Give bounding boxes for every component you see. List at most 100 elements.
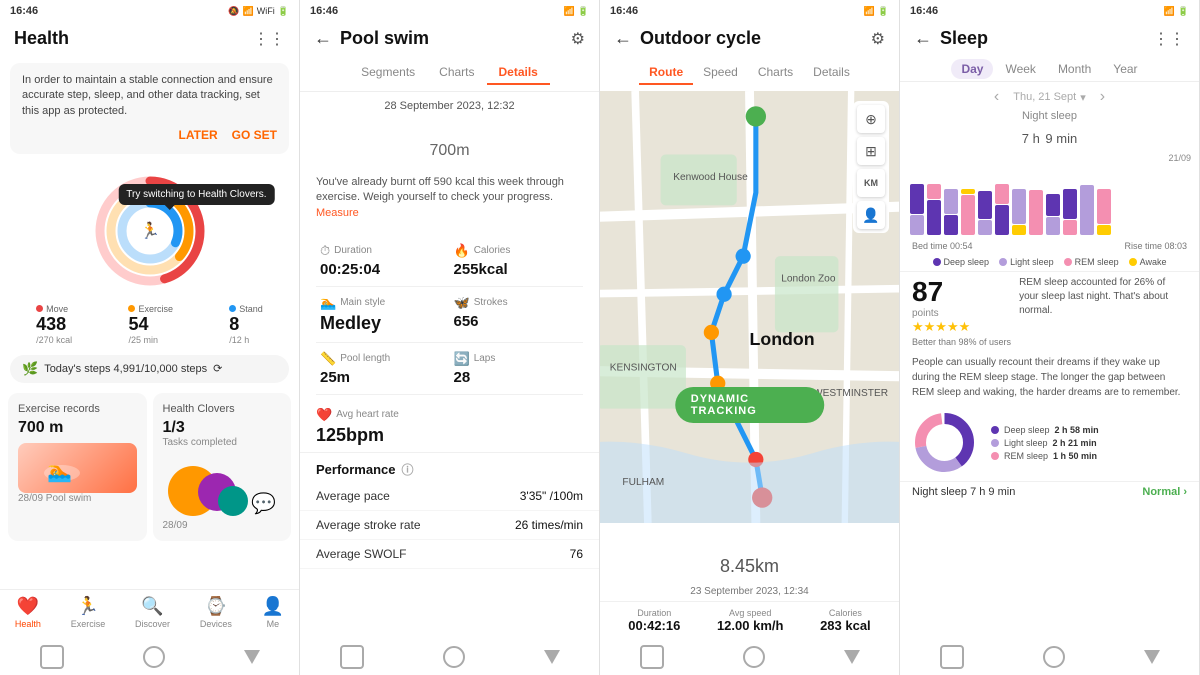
sleep-bar-9 — [1046, 194, 1060, 235]
exercise-card[interactable]: Exercise records 700 m 🏊 28/09 Pool swim — [8, 393, 147, 541]
timer-icon: ⏱ — [320, 243, 330, 259]
nav-me[interactable]: 👤 Me — [262, 596, 284, 629]
cycle-tab-route[interactable]: Route — [639, 61, 693, 85]
sleep-mins: 9 — [1045, 131, 1056, 146]
normal-label[interactable]: Normal › — [1142, 486, 1187, 498]
wifi-icon: WiFi — [257, 6, 275, 16]
next-day-button[interactable]: › — [1100, 88, 1105, 106]
metric-strokes: 🦋 Strokes 656 — [450, 287, 584, 343]
metric-style-label: 🏊 Main style — [320, 295, 446, 311]
exercise-sub: /25 min — [128, 335, 173, 345]
signal-4: 📶 — [1164, 6, 1175, 17]
perf-row-stroke-rate: Average stroke rate 26 times/min — [300, 511, 599, 540]
rem-dot — [1064, 258, 1072, 266]
home-button-1[interactable] — [40, 645, 64, 669]
later-button[interactable]: LATER — [179, 127, 218, 144]
time-1: 16:46 — [10, 5, 38, 17]
cycle-tab-charts[interactable]: Charts — [748, 61, 803, 85]
sleep-rise-info: Bed time 00:54 Rise time 08:03 — [900, 239, 1199, 253]
deep-dot — [933, 258, 941, 266]
home-button-2[interactable] — [340, 645, 364, 669]
home-button-4[interactable] — [940, 645, 964, 669]
settings-icon-3[interactable]: ⚙ — [871, 29, 885, 49]
recent-button-4[interactable] — [1144, 650, 1160, 664]
back-circle-2[interactable] — [443, 646, 465, 668]
back-button-3[interactable]: ← — [614, 28, 632, 49]
measure-link[interactable]: Measure — [316, 207, 359, 219]
sleep-tab-year[interactable]: Year — [1103, 59, 1147, 79]
time-3: 16:46 — [610, 5, 638, 17]
clovers-card[interactable]: Health Clovers 1/3 Tasks completed 💬 28/… — [153, 393, 292, 541]
sleep-tab-month[interactable]: Month — [1048, 59, 1101, 79]
location-button[interactable]: ⊕ — [857, 105, 885, 133]
steps-timer-icon: ⟳ — [213, 362, 222, 375]
nav-me-label: Me — [267, 619, 280, 629]
legend-awake: Awake — [1129, 257, 1167, 267]
legend-light-label: Light sleep — [1010, 257, 1054, 267]
legend-deep: Deep sleep — [933, 257, 990, 267]
settings-icon-2[interactable]: ⚙ — [571, 29, 585, 49]
home-button-3[interactable] — [640, 645, 664, 669]
back-circle-1[interactable] — [143, 646, 165, 668]
tab-charts[interactable]: Charts — [427, 61, 486, 85]
sleep-tab-week[interactable]: Week — [995, 59, 1045, 79]
back-button-2[interactable]: ← — [314, 28, 332, 49]
perf-val-pace: 3'35" /100m — [520, 489, 583, 503]
chevron-down-icon[interactable]: ▾ — [1080, 91, 1086, 104]
sleep-description: People can usually recount their dreams … — [900, 351, 1199, 404]
nav-exercise[interactable]: 🏃 Exercise — [71, 596, 106, 629]
health-menu-dots[interactable]: ⋮⋮ — [253, 29, 285, 49]
sleep-donut-chart — [912, 410, 977, 475]
system-nav-bar-4 — [900, 639, 1199, 675]
go-set-button[interactable]: GO SET — [232, 127, 277, 144]
metric-duration-label: ⏱ Duration — [320, 243, 446, 259]
back-circle-4[interactable] — [1043, 646, 1065, 668]
cycle-tab-speed[interactable]: Speed — [693, 61, 748, 85]
swim-metrics: ⏱ Duration 00:25:04 🔥 Calories 255kcal 🏊… — [316, 235, 583, 395]
sleep-menu-dots[interactable]: ⋮⋮ — [1153, 29, 1185, 49]
tab-segments[interactable]: Segments — [349, 61, 427, 85]
nav-health[interactable]: ❤️ Health — [15, 596, 41, 629]
recent-button-1[interactable] — [244, 650, 260, 664]
tab-details[interactable]: Details — [487, 61, 550, 85]
prev-day-button[interactable]: ‹ — [994, 88, 999, 106]
metric-style: 🏊 Main style Medley — [316, 287, 450, 343]
back-circle-3[interactable] — [743, 646, 765, 668]
nav-health-label: Health — [15, 619, 41, 629]
pool-swim-image: 🏊 — [18, 443, 137, 493]
info-icon: ⓘ — [401, 461, 413, 478]
cycle-tab-details[interactable]: Details — [803, 61, 860, 85]
sleep-score-area: 87 points ★★★★★ Better than 98% of users… — [900, 271, 1199, 351]
light-seg — [978, 220, 992, 235]
stand-dot — [229, 305, 236, 312]
cycle-calories-label: Calories — [820, 608, 871, 618]
legend-rem-label: REM sleep — [1075, 257, 1119, 267]
bed-time-label: Bed time 00:54 — [912, 241, 973, 251]
sleep-time-big: 7 h 9 min — [900, 126, 1199, 149]
sleep-bar-6 — [995, 184, 1009, 235]
donut-rem-dot — [991, 452, 999, 460]
flame-icon: 🔥 — [454, 243, 470, 259]
sleep-tab-day[interactable]: Day — [951, 59, 993, 79]
cycle-bottom-stats: Duration 00:42:16 Avg speed 12.00 km/h C… — [600, 601, 899, 639]
back-button-4[interactable]: ← — [914, 28, 932, 49]
clovers-visual: 💬 — [163, 456, 282, 516]
metric-hr-label: ❤️ Avg heart rate — [316, 407, 583, 423]
signal-3: 📶 — [864, 6, 875, 17]
nav-devices[interactable]: ⌚ Devices — [200, 596, 232, 629]
layers-button[interactable]: ⊞ — [857, 137, 885, 165]
cycle-distance: 8.45km — [600, 523, 899, 586]
nav-discover[interactable]: 🔍 Discover — [135, 596, 170, 629]
recent-button-3[interactable] — [844, 650, 860, 664]
recent-button-2[interactable] — [544, 650, 560, 664]
donut-light-label: Light sleep — [1004, 438, 1048, 448]
status-icons-2: 📶 🔋 — [564, 6, 589, 17]
km-button[interactable]: KM — [857, 169, 885, 197]
svg-text:London: London — [750, 329, 815, 349]
map-container[interactable]: Kenwood House London Zoo London KENSINGT… — [600, 91, 899, 523]
person-button[interactable]: 👤 — [857, 201, 885, 229]
exercise-records-area: Exercise records 700 m 🏊 28/09 Pool swim… — [8, 393, 291, 541]
awake-seg — [961, 189, 975, 194]
h-label: h — [1033, 131, 1040, 146]
ring-tooltip: Try switching to Health Clovers. — [118, 184, 274, 205]
